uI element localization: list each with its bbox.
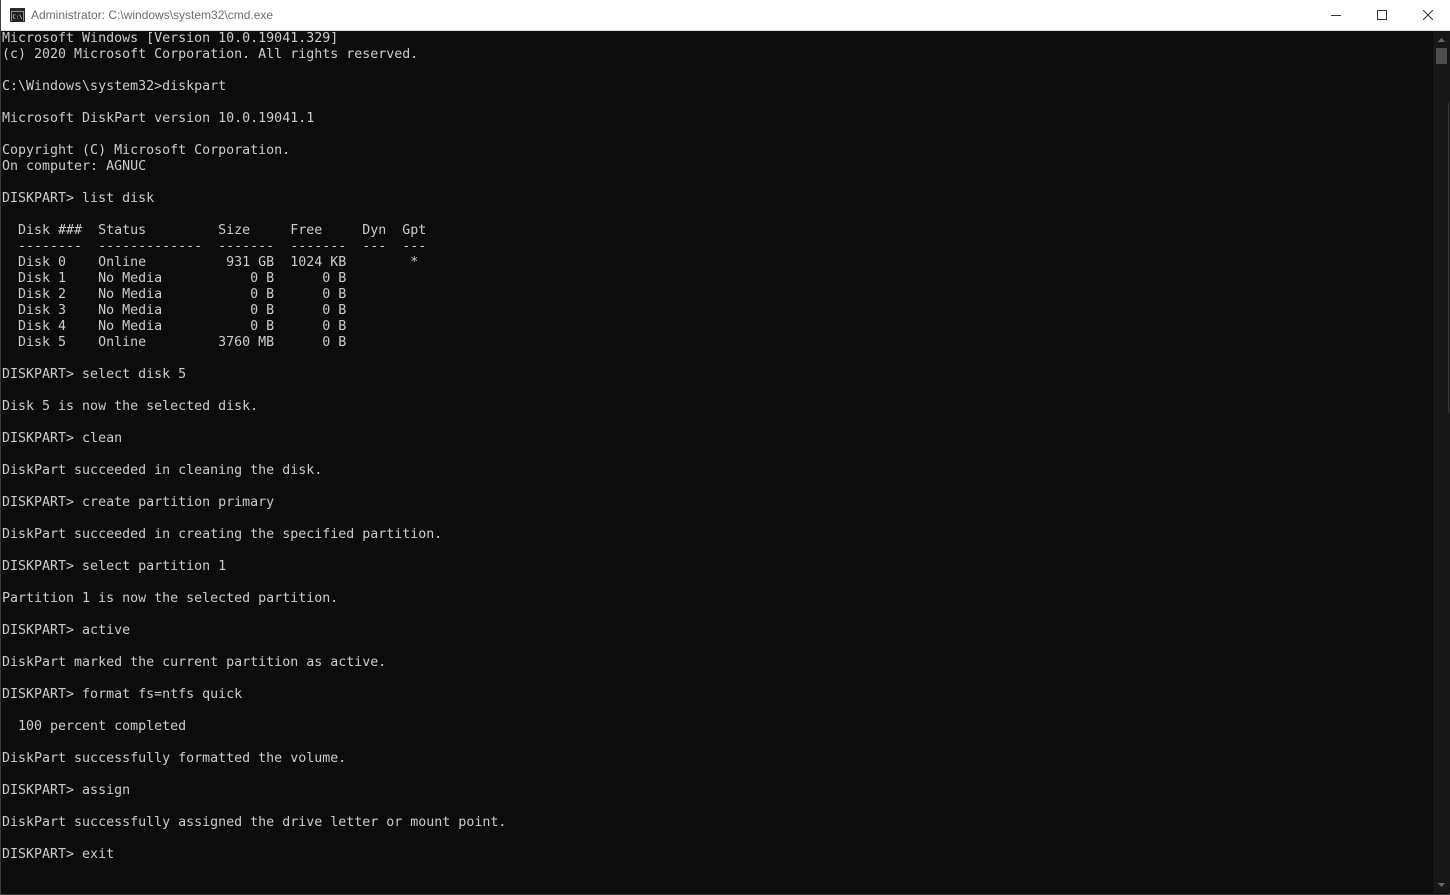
console-line: 100 percent completed [2,719,187,734]
console-line: DISKPART> select disk 5 [2,367,187,382]
console-line: DISKPART> clean [2,431,123,446]
vertical-scrollbar[interactable] [1433,31,1450,893]
scroll-down-button[interactable] [1433,876,1450,893]
console-line: Disk 5 is now the selected disk. [2,399,259,414]
console-line: Copyright (C) Microsoft Corporation. [2,143,291,158]
console-line: DiskPart successfully formatted the volu… [2,751,347,766]
cmd-app-icon[interactable]: C:\ [10,8,25,22]
console-line: Partition 1 is now the selected partitio… [2,591,339,606]
console-line: DiskPart marked the current partition as… [2,655,387,670]
scroll-up-button[interactable] [1433,31,1450,48]
maximize-icon [1377,10,1387,20]
svg-text:C:\: C:\ [13,15,23,21]
console-line: Microsoft Windows [Version 10.0.19041.32… [2,31,339,46]
close-icon [1423,10,1433,20]
console-line: Microsoft DiskPart version 10.0.19041.1 [2,111,315,126]
console-line: DISKPART> active [2,623,131,638]
console-line: -------- ------------- ------- ------- -… [2,239,427,254]
console-line: DISKPART> exit [2,847,115,862]
minimize-icon [1331,15,1341,16]
console-line: DiskPart succeeded in cleaning the disk. [2,463,323,478]
console-line: C:\Windows\system32>diskpart [2,79,227,94]
console-line: Disk 2 No Media 0 B 0 B [2,287,347,302]
console-line: Disk 0 Online 931 GB 1024 KB * [2,255,419,270]
console-line: DISKPART> list disk [2,191,155,206]
console-line: DISKPART> create partition primary [2,495,275,510]
scroll-thumb[interactable] [1436,48,1447,64]
title-bar[interactable]: C:\ Administrator: C:\windows\system32\c… [1,0,1450,31]
console-line: DISKPART> format fs=ntfs quick [2,687,243,702]
chevron-up-icon [1438,37,1445,42]
console-line: DISKPART> assign [2,783,131,798]
chevron-down-icon [1438,882,1445,887]
console-line: DISKPART> select partition 1 [2,559,227,574]
maximize-button[interactable] [1359,0,1405,30]
console-line: (c) 2020 Microsoft Corporation. All righ… [2,47,419,62]
close-button[interactable] [1405,0,1450,30]
cmd-window: C:\ Administrator: C:\windows\system32\c… [0,0,1450,895]
console-text: Microsoft Windows [Version 10.0.19041.32… [2,31,1432,863]
console-line: Disk 5 Online 3760 MB 0 B [2,335,347,350]
console-output[interactable]: Microsoft Windows [Version 10.0.19041.32… [2,31,1432,893]
console-line: Disk 3 No Media 0 B 0 B [2,303,347,318]
window-title: Administrator: C:\windows\system32\cmd.e… [31,8,274,22]
console-line: Disk ### Status Size Free Dyn Gpt [2,223,427,238]
console-line: On computer: AGNUC [2,159,147,174]
console-line: DiskPart succeeded in creating the speci… [2,527,443,542]
console-line: Disk 4 No Media 0 B 0 B [2,319,347,334]
console-line: DiskPart successfully assigned the drive… [2,815,507,830]
console-line: Disk 1 No Media 0 B 0 B [2,271,347,286]
minimize-button[interactable] [1313,0,1359,30]
